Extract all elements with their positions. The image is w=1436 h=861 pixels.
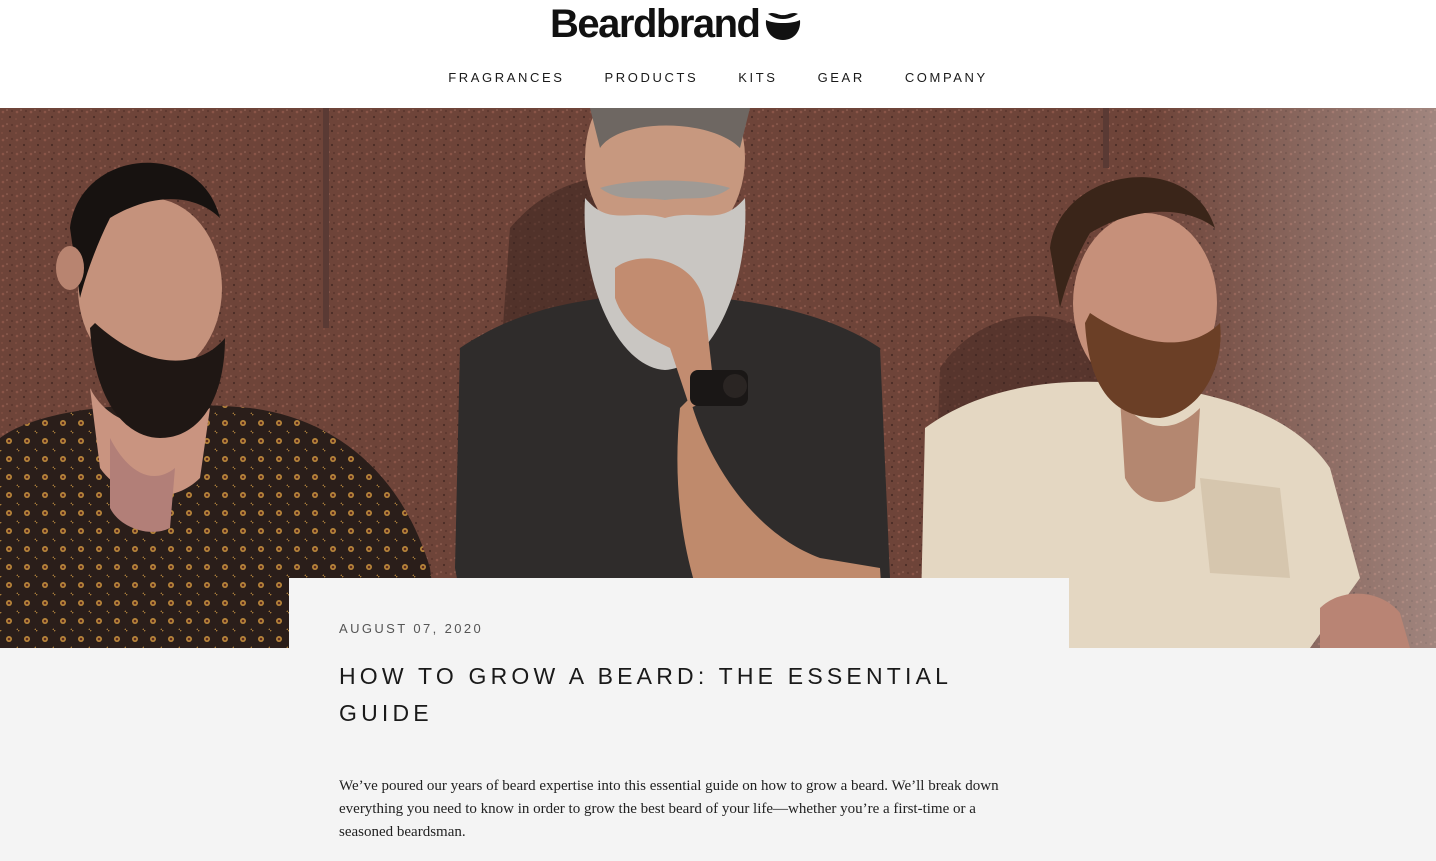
nav-item-fragrances[interactable]: FRAGRANCES <box>448 66 564 89</box>
brand-name: Beardbrand <box>550 2 761 46</box>
nav-item-kits[interactable]: KITS <box>738 66 777 89</box>
nav-item-products[interactable]: PRODUCTS <box>605 66 699 89</box>
article-intro: We’ve poured our years of beard expertis… <box>339 778 999 840</box>
article-title: HOW TO GROW A BEARD: THE ESSENTIAL GUIDE <box>339 663 952 726</box>
hero-illustration <box>0 108 1436 648</box>
main-nav: FRAGRANCES PRODUCTS KITS GEAR COMPANY <box>0 66 1436 89</box>
nav-item-company[interactable]: COMPANY <box>905 66 988 89</box>
site-header: Beardbrand FRAGRANCES PRODUCTS KITS GEAR… <box>0 0 1436 108</box>
beard-icon <box>765 13 800 40</box>
article-card: AUGUST 07, 2020 HOW TO GROW A BEARD: THE… <box>289 578 1069 861</box>
hero-image <box>0 108 1436 648</box>
nav-item-gear[interactable]: GEAR <box>818 66 865 89</box>
brand-logo[interactable]: Beardbrand <box>550 0 802 48</box>
article-date: AUGUST 07, 2020 <box>339 621 484 636</box>
